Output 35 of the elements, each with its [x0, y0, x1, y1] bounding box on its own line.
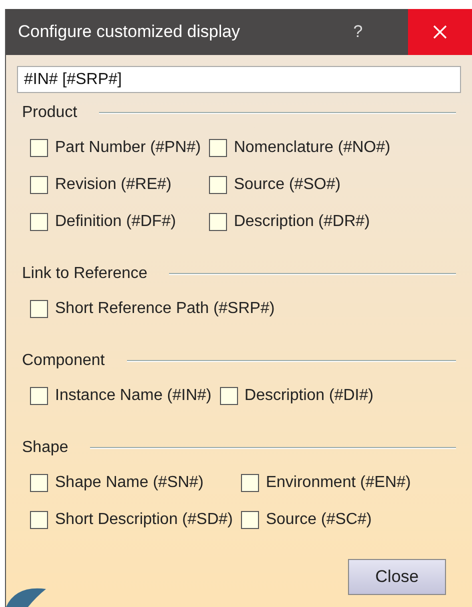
section-heading: Shape — [22, 438, 68, 458]
section-heading: Product — [22, 103, 78, 123]
option-checkbox[interactable]: Revision (#RE#) — [30, 172, 201, 197]
option-checkbox[interactable]: Environment (#EN#) — [240, 470, 411, 495]
format-field[interactable]: #IN# [#SRP#] — [17, 66, 461, 93]
close-button[interactable]: Close — [348, 559, 446, 595]
option-checkbox[interactable]: Source (#SO#) — [208, 172, 390, 197]
option-checkbox[interactable]: Part Number (#PN#) — [30, 135, 201, 160]
option-checkbox[interactable]: Short Description (#SD#) — [30, 507, 233, 532]
checkbox[interactable] — [240, 510, 259, 528]
section-heading: Link to Reference — [22, 264, 148, 284]
option-checkbox[interactable]: Source (#SC#) — [240, 507, 411, 532]
option-checkbox[interactable]: Description (#DR#) — [208, 209, 390, 234]
help-button[interactable]: ? — [338, 9, 378, 55]
section-heading: Component — [22, 351, 105, 371]
checkbox[interactable] — [30, 510, 48, 528]
checkbox[interactable] — [208, 176, 227, 194]
checkbox[interactable] — [30, 176, 48, 194]
checkbox[interactable] — [240, 474, 259, 492]
checkbox[interactable] — [220, 386, 238, 404]
checkbox[interactable] — [208, 212, 227, 230]
window-title: Configure customized display — [17, 21, 242, 44]
checkbox[interactable] — [30, 386, 48, 404]
option-checkbox[interactable]: Definition (#DF#) — [30, 209, 201, 234]
option-checkbox[interactable]: Nomenclature (#NO#) — [208, 135, 390, 160]
checkbox[interactable] — [30, 300, 48, 318]
corner-logo-icon — [6, 588, 46, 607]
option-checkbox[interactable]: Short Reference Path (#SRP#) — [30, 296, 275, 321]
checkbox[interactable] — [30, 474, 48, 492]
option-checkbox[interactable]: Description (#DI#) — [220, 383, 374, 408]
checkbox[interactable] — [30, 138, 48, 156]
checkbox[interactable] — [30, 212, 48, 230]
option-checkbox[interactable]: Instance Name (#IN#) — [30, 383, 212, 408]
option-checkbox[interactable]: Shape Name (#SN#) — [30, 470, 233, 495]
checkbox[interactable] — [208, 138, 227, 156]
